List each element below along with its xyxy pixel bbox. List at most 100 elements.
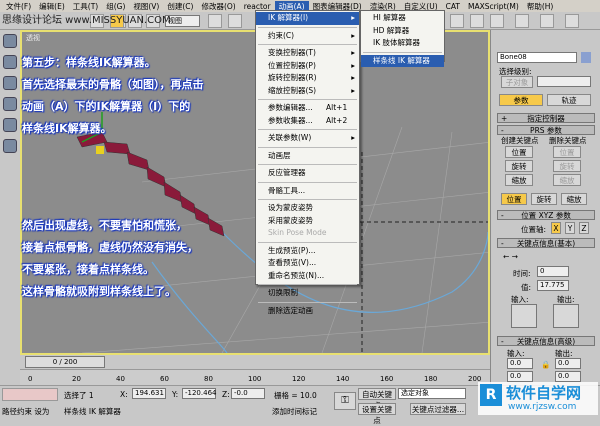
- menu-item-label: 缩放控制器(S): [268, 85, 317, 95]
- adv-in-field[interactable]: 0.0: [507, 358, 533, 369]
- menu-item-label: 采用蒙皮姿势: [268, 215, 313, 225]
- menu-1[interactable]: 编辑(E): [35, 1, 69, 12]
- object-name-field[interactable]: Bone08: [497, 52, 577, 63]
- menu-0[interactable]: 文件(F): [2, 1, 35, 12]
- menu-separator: [258, 129, 357, 130]
- in-tangent-button[interactable]: [511, 304, 537, 328]
- anim-menu-item[interactable]: 动画层: [256, 150, 359, 163]
- anim-menu-item[interactable]: 骨骼工具...: [256, 185, 359, 198]
- ik-submenu-item[interactable]: 样条线 IK 解算器: [361, 54, 444, 67]
- mode-position[interactable]: 位置: [501, 193, 527, 205]
- menu-6[interactable]: 修改器(O): [197, 1, 239, 12]
- adv-out-field[interactable]: 0.0: [555, 358, 581, 369]
- anim-menu-item[interactable]: 变换控制器(T) ▸: [256, 47, 359, 60]
- delete-position-key[interactable]: 位置: [553, 146, 581, 158]
- add-time-tag[interactable]: 添加时间标记: [272, 406, 317, 417]
- timeline-tick: 160: [380, 375, 394, 383]
- anim-menu-item[interactable]: 旋转控制器(R) ▸: [256, 72, 359, 85]
- maxscript-listener[interactable]: [2, 388, 58, 401]
- anim-menu-item[interactable]: Skin Pose Mode: [256, 227, 359, 240]
- anim-menu-item[interactable]: 缩放控制器(S) ▸: [256, 85, 359, 98]
- y-coord-field[interactable]: -120.464: [182, 388, 216, 399]
- anim-menu-item[interactable]: 约束(C) ▸: [256, 30, 359, 43]
- auto-key-button[interactable]: 自动关键点: [358, 388, 396, 410]
- anim-menu-item[interactable]: 参数收集器... Alt+2: [256, 115, 359, 128]
- anim-menu-item[interactable]: 关联参数(W) ▸: [256, 132, 359, 145]
- sub-object-button[interactable]: 子对象: [501, 76, 533, 88]
- rollout-key-info-advanced[interactable]: - 关键点信息(高级): [497, 336, 595, 346]
- anim-menu-item[interactable]: 采用蒙皮姿势: [256, 215, 359, 228]
- axis-y-button[interactable]: Y: [565, 222, 575, 234]
- menu-14[interactable]: 帮助(H): [523, 1, 558, 12]
- menu-5[interactable]: 创建(C): [163, 1, 197, 12]
- render-teapot-icon[interactable]: [565, 14, 579, 28]
- mirror-tool[interactable]: [208, 14, 222, 28]
- tab-parameters[interactable]: 参数: [499, 94, 543, 106]
- anim-menu-item[interactable]: 删除选定动画: [256, 305, 359, 318]
- hierarchy-icon[interactable]: [3, 76, 17, 90]
- axis-x-button[interactable]: X: [551, 222, 561, 234]
- menu-4[interactable]: 视图(V): [129, 1, 163, 12]
- z-coord-field[interactable]: -0.0: [231, 388, 265, 399]
- material-editor-icon[interactable]: [515, 14, 529, 28]
- object-color-swatch[interactable]: [581, 52, 591, 63]
- menu-item-label: 动画层: [268, 150, 291, 160]
- value-field[interactable]: 17.775: [537, 280, 569, 291]
- track-bar[interactable]: 0 20 40 60 80 100 120 140 160 180 200: [20, 369, 490, 385]
- display-icon[interactable]: [3, 118, 17, 132]
- create-scale-key[interactable]: 缩放: [505, 174, 533, 186]
- bone-tool[interactable]: [228, 14, 242, 28]
- utilities-icon[interactable]: [3, 139, 17, 153]
- anim-menu-item[interactable]: 切换限制: [256, 287, 359, 300]
- adv-out-field[interactable]: 0.0: [555, 371, 581, 382]
- x-coord-field[interactable]: 194.631: [132, 388, 166, 399]
- time-slider[interactable]: 0 / 200: [25, 356, 105, 368]
- anim-menu-item[interactable]: 位置控制器(P) ▸: [256, 60, 359, 73]
- anim-menu-item[interactable]: 生成预览(P)...: [256, 245, 359, 258]
- ik-submenu-item[interactable]: HI 解算器: [361, 12, 444, 25]
- create-rotation-key[interactable]: 旋转: [505, 160, 533, 172]
- mode-rotation[interactable]: 旋转: [531, 193, 557, 205]
- render-setup-icon[interactable]: [540, 14, 554, 28]
- key-filters-button[interactable]: 关键点过滤器...: [410, 403, 466, 415]
- anim-menu-item[interactable]: 设为蒙皮姿势: [256, 202, 359, 215]
- anim-menu-item[interactable]: 参数编辑器... Alt+1: [256, 102, 359, 115]
- create-icon[interactable]: [3, 34, 17, 48]
- create-position-key[interactable]: 位置: [505, 146, 533, 158]
- sub-object-dropdown[interactable]: [537, 76, 591, 87]
- delete-scale-key[interactable]: 缩放: [553, 174, 581, 186]
- motion-icon[interactable]: [3, 97, 17, 111]
- rollout-assign-controller[interactable]: + 指定控制器: [497, 113, 595, 123]
- key-icon[interactable]: ⚿: [334, 392, 356, 410]
- rollout-key-info-basic[interactable]: - 关键点信息(基本): [497, 238, 595, 248]
- ik-submenu-item[interactable]: HD 解算器: [361, 25, 444, 38]
- key-mode-dropdown[interactable]: 选定对象: [398, 388, 466, 399]
- adv-in-field[interactable]: 0.0: [507, 371, 533, 382]
- anim-menu-item[interactable]: 反应管理器: [256, 167, 359, 180]
- rollout-position-xyz[interactable]: - 位置 XYZ 参数: [497, 210, 595, 220]
- delete-rotation-key[interactable]: 旋转: [553, 160, 581, 172]
- timeline-tick: 20: [72, 375, 81, 383]
- menu-2[interactable]: 工具(T): [69, 1, 102, 12]
- layer-manager-icon[interactable]: [450, 14, 464, 28]
- rollout-prs[interactable]: - PRS 参数: [497, 125, 595, 135]
- submenu-arrow-icon: ▸: [351, 13, 355, 22]
- menu-3[interactable]: 组(G): [102, 1, 129, 12]
- axis-z-button[interactable]: Z: [579, 222, 589, 234]
- lock-icon[interactable]: 🔒: [541, 360, 550, 369]
- anim-menu-item[interactable]: IK 解算器(I) ▸: [256, 12, 359, 25]
- menu-item-label: 切换限制: [268, 288, 298, 297]
- modify-icon[interactable]: [3, 55, 17, 69]
- anim-menu-item[interactable]: 查看预览(V)...: [256, 257, 359, 270]
- anim-menu-item[interactable]: 重命名预览(N)...: [256, 270, 359, 283]
- set-key-button[interactable]: 设置关键点: [358, 403, 396, 425]
- schematic-view-icon[interactable]: [490, 14, 504, 28]
- curve-editor-icon[interactable]: [470, 14, 484, 28]
- tab-trajectories[interactable]: 轨迹: [547, 94, 591, 106]
- time-field[interactable]: 0: [537, 266, 569, 277]
- ik-submenu-item[interactable]: IK 肢体解算器: [361, 37, 444, 50]
- prev-next-key-arrows[interactable]: ← →: [503, 252, 518, 261]
- out-tangent-button[interactable]: [553, 304, 579, 328]
- mode-scale[interactable]: 缩放: [561, 193, 587, 205]
- menu-13[interactable]: MAXScript(M): [464, 2, 523, 11]
